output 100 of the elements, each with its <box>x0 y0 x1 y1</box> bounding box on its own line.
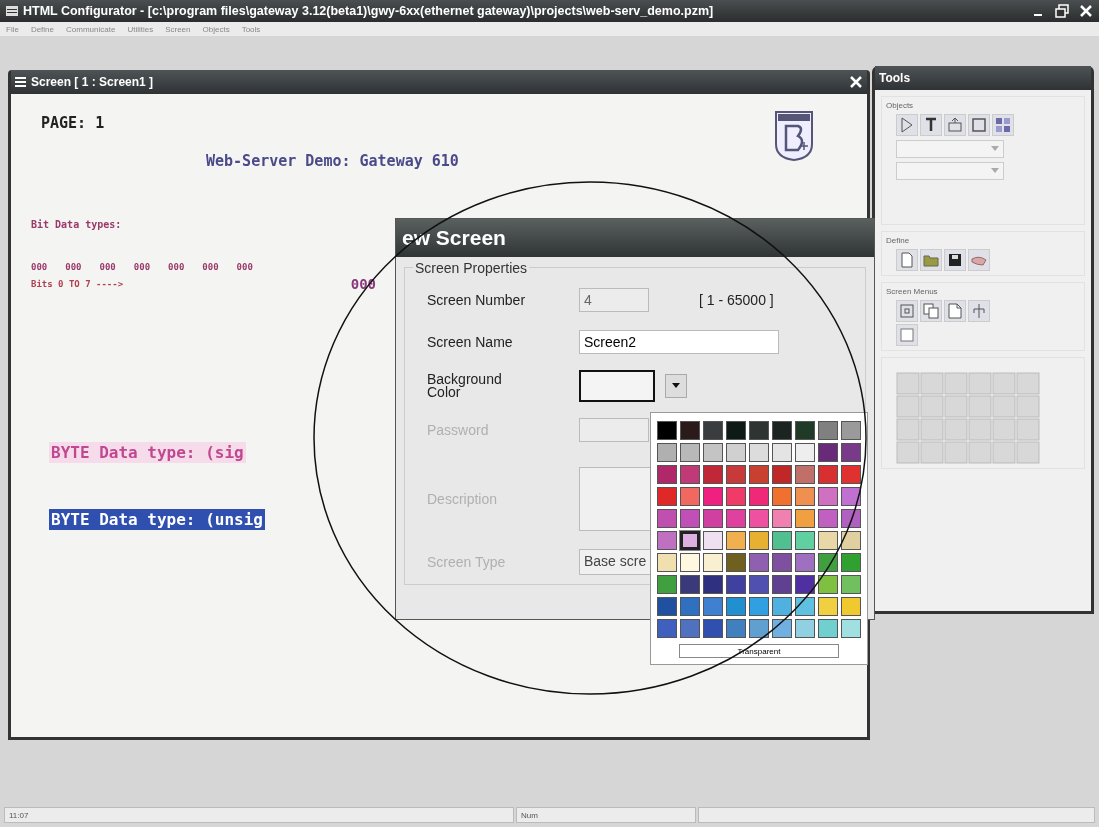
color-swatch[interactable] <box>726 575 746 594</box>
description-field[interactable] <box>579 467 651 531</box>
page-icon[interactable] <box>944 300 966 322</box>
color-swatch[interactable] <box>795 421 815 440</box>
color-swatch[interactable] <box>795 465 815 484</box>
color-swatch[interactable] <box>726 443 746 462</box>
text-tool-icon[interactable] <box>920 114 942 136</box>
color-swatch[interactable] <box>841 619 861 638</box>
color-swatch[interactable] <box>726 465 746 484</box>
byte-field[interactable]: BYTE Data type: (unsig <box>49 509 265 530</box>
color-swatch[interactable] <box>703 597 723 616</box>
color-swatch[interactable] <box>726 553 746 572</box>
rectangle-tool-icon[interactable] <box>968 114 990 136</box>
password-field[interactable] <box>579 418 649 442</box>
color-swatch[interactable] <box>703 619 723 638</box>
color-swatch[interactable] <box>795 619 815 638</box>
color-swatch[interactable] <box>726 597 746 616</box>
color-swatch[interactable] <box>703 509 723 528</box>
color-swatch[interactable] <box>749 487 769 506</box>
menu-item[interactable]: Utilities <box>127 24 154 34</box>
color-swatch[interactable] <box>841 575 861 594</box>
color-swatch[interactable] <box>818 597 838 616</box>
color-swatch[interactable] <box>841 553 861 572</box>
color-swatch[interactable] <box>772 465 792 484</box>
save-icon[interactable] <box>944 249 966 271</box>
close-icon[interactable] <box>1079 4 1093 18</box>
color-swatch[interactable] <box>703 443 723 462</box>
color-swatch[interactable] <box>795 443 815 462</box>
menu-item[interactable]: Screen <box>165 24 191 34</box>
color-swatch[interactable] <box>749 509 769 528</box>
color-swatch[interactable] <box>579 370 655 402</box>
frame-icon[interactable] <box>896 300 918 322</box>
color-swatch[interactable] <box>795 509 815 528</box>
color-swatch[interactable] <box>772 575 792 594</box>
color-swatch[interactable] <box>657 509 677 528</box>
color-swatch[interactable] <box>818 421 838 440</box>
color-swatch[interactable] <box>818 531 838 550</box>
color-swatch[interactable] <box>680 465 700 484</box>
color-swatch[interactable] <box>772 421 792 440</box>
color-swatch[interactable] <box>657 575 677 594</box>
screen-type-dropdown[interactable]: Base scre <box>579 549 653 575</box>
color-swatch[interactable] <box>841 465 861 484</box>
color-swatch[interactable] <box>657 421 677 440</box>
color-swatch[interactable] <box>772 553 792 572</box>
color-swatch[interactable] <box>818 509 838 528</box>
menu-item[interactable]: Objects <box>202 24 230 34</box>
color-swatch[interactable] <box>841 531 861 550</box>
color-swatch[interactable] <box>657 553 677 572</box>
color-swatch[interactable] <box>841 421 861 440</box>
color-swatch[interactable] <box>818 443 838 462</box>
byte-field[interactable]: BYTE Data type: (sig <box>49 442 246 463</box>
color-swatch[interactable] <box>795 553 815 572</box>
color-swatch[interactable] <box>841 487 861 506</box>
color-swatch[interactable] <box>818 619 838 638</box>
color-swatch[interactable] <box>772 443 792 462</box>
color-swatch[interactable] <box>749 531 769 550</box>
color-swatch[interactable] <box>680 487 700 506</box>
color-swatch[interactable] <box>749 421 769 440</box>
screen-name-field[interactable]: Screen2 <box>579 330 779 354</box>
copy-icon[interactable] <box>920 300 942 322</box>
restore-icon[interactable] <box>1055 4 1069 18</box>
color-swatch[interactable] <box>680 443 700 462</box>
square-icon[interactable] <box>896 324 918 346</box>
color-swatch[interactable] <box>749 575 769 594</box>
color-swatch[interactable] <box>657 597 677 616</box>
color-swatch[interactable] <box>657 487 677 506</box>
new-file-icon[interactable] <box>896 249 918 271</box>
close-icon[interactable] <box>849 75 863 89</box>
color-swatch[interactable] <box>795 597 815 616</box>
color-swatch[interactable] <box>680 553 700 572</box>
color-swatch[interactable] <box>703 421 723 440</box>
color-swatch[interactable] <box>703 487 723 506</box>
color-swatch[interactable] <box>726 421 746 440</box>
color-swatch[interactable] <box>680 619 700 638</box>
color-swatch[interactable] <box>703 553 723 572</box>
menu-item[interactable]: Tools <box>241 24 261 34</box>
color-swatch[interactable] <box>680 575 700 594</box>
color-swatch[interactable] <box>680 531 700 550</box>
menu-item[interactable]: Define <box>30 24 54 34</box>
dropdown-button[interactable] <box>665 374 687 398</box>
color-swatch[interactable] <box>657 443 677 462</box>
color-swatch[interactable] <box>703 575 723 594</box>
color-swatch[interactable] <box>772 619 792 638</box>
color-swatch[interactable] <box>772 531 792 550</box>
color-swatch[interactable] <box>657 531 677 550</box>
color-swatch[interactable] <box>772 597 792 616</box>
dropdown[interactable] <box>896 162 1004 180</box>
color-swatch[interactable] <box>795 575 815 594</box>
color-swatch[interactable] <box>818 575 838 594</box>
color-swatch[interactable] <box>680 509 700 528</box>
color-swatch[interactable] <box>818 465 838 484</box>
color-swatch[interactable] <box>726 531 746 550</box>
color-swatch[interactable] <box>703 465 723 484</box>
color-swatch[interactable] <box>749 597 769 616</box>
color-swatch[interactable] <box>772 487 792 506</box>
color-swatch[interactable] <box>680 597 700 616</box>
color-swatch[interactable] <box>772 509 792 528</box>
color-swatch[interactable] <box>795 487 815 506</box>
color-swatch[interactable] <box>749 465 769 484</box>
color-swatch[interactable] <box>680 421 700 440</box>
